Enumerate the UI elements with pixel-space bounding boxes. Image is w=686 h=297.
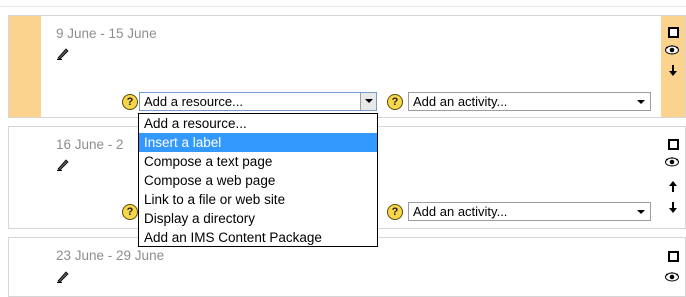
dropdown-option-highlighted[interactable]: Insert a label [139,133,377,152]
move-down-icon[interactable] [668,65,678,77]
dropdown-option[interactable]: Compose a text page [139,152,377,171]
dropdown-option[interactable]: Display a directory [139,209,377,228]
hide-icon[interactable] [665,272,679,282]
highlight-icon[interactable] [668,251,679,262]
edit-summary-icon[interactable] [56,270,70,283]
hide-icon[interactable] [665,157,679,167]
add-resource-select-value: Add a resource... [144,94,243,109]
help-icon[interactable]: ? [387,94,403,110]
week-title: 23 June - 29 June [56,248,165,263]
dropdown-option[interactable]: Add a resource... [139,114,377,133]
add-activity-select[interactable]: Add an activity... [408,92,651,111]
add-activity-select[interactable]: Add an activity... [408,202,651,221]
add-activity-select-value: Add an activity... [413,204,508,219]
add-resource-select[interactable]: Add a resource... [139,92,377,111]
chevron-down-icon [637,100,645,104]
chevron-down-icon [637,210,645,214]
highlight-icon[interactable] [668,27,679,38]
move-down-icon[interactable] [668,202,678,214]
top-divider [0,6,686,7]
help-icon[interactable]: ? [122,94,138,110]
help-icon[interactable]: ? [387,204,403,220]
edit-summary-icon[interactable] [56,158,70,171]
highlight-icon[interactable] [668,139,679,150]
add-resource-dropdown-list: Add a resource... Insert a label Compose… [138,113,378,247]
move-up-icon[interactable] [668,180,678,192]
week-title: 16 June - 2 [56,137,124,152]
dropdown-option[interactable]: Compose a web page [139,171,377,190]
week-section-1: 9 June - 15 June ? Add a resource... ? A… [8,15,686,118]
chevron-down-icon[interactable] [360,93,376,110]
hide-icon[interactable] [665,45,679,55]
week-title: 9 June - 15 June [56,26,157,41]
dropdown-option[interactable]: Link to a file or web site [139,190,377,209]
current-week-marker-left [9,16,41,117]
edit-summary-icon[interactable] [56,47,70,60]
dropdown-option[interactable]: Add an IMS Content Package [139,228,377,247]
help-icon[interactable]: ? [122,204,138,220]
add-activity-select-value: Add an activity... [413,94,508,109]
